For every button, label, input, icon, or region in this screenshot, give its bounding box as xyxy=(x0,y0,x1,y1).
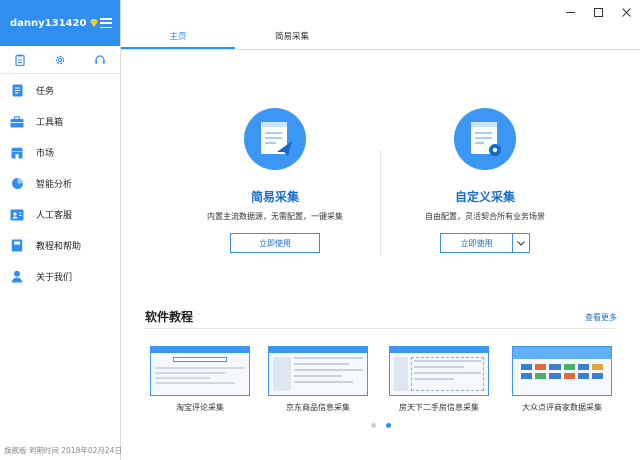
chevron-down-icon xyxy=(517,240,525,246)
diamond-icon xyxy=(90,19,99,27)
tab-home[interactable]: 主页 xyxy=(121,26,235,49)
license-expiry-text: 旗舰版 到期时间 2018年02月24日 xyxy=(4,446,122,455)
tutorial-card[interactable]: 房天下二手房信息采集 xyxy=(389,346,489,413)
tutorial-card[interactable]: 大众点评商家数据采集 xyxy=(512,346,612,413)
simple-collect-use-button[interactable]: 立即使用 xyxy=(230,233,320,253)
sidebar-item-label: 智能分析 xyxy=(36,180,73,190)
sidebar-item-about[interactable]: 关于我们 xyxy=(0,261,120,292)
tutorial-thumbnail[interactable] xyxy=(512,346,612,396)
sidebar-toolbar xyxy=(0,46,120,74)
sidebar-item-label: 市场 xyxy=(36,149,55,159)
sidebar-item-toolbox[interactable]: 工具箱 xyxy=(0,106,120,137)
close-icon[interactable] xyxy=(612,4,640,20)
tutorial-thumbnail[interactable] xyxy=(150,346,250,396)
sidebar-item-label: 关于我们 xyxy=(36,273,73,283)
carousel-dot[interactable] xyxy=(371,423,376,428)
custom-collect-title: 自定义采集 xyxy=(454,190,515,204)
tutorial-thumbnail[interactable] xyxy=(389,346,489,396)
tab-bar: 主页 简易采集 xyxy=(121,26,640,50)
market-icon xyxy=(10,146,24,160)
simple-collect-title: 简易采集 xyxy=(250,190,299,204)
sidebar-item-label: 工具箱 xyxy=(36,118,64,128)
pie-chart-icon xyxy=(10,177,24,191)
tab-simple-collect[interactable]: 简易采集 xyxy=(235,26,349,49)
simple-collect-card: 简易采集 内置主流数据源，无需配置，一键采集 立即使用 xyxy=(175,108,375,253)
sidebar-item-help[interactable]: 教程和帮助 xyxy=(0,230,120,261)
simple-collect-desc: 内置主流数据源，无需配置，一键采集 xyxy=(207,212,343,221)
custom-collect-dropdown-button[interactable] xyxy=(513,233,530,253)
custom-collect-use-button[interactable]: 立即使用 xyxy=(440,233,513,253)
hamburger-menu-icon[interactable] xyxy=(100,18,112,28)
carousel-pagination xyxy=(371,423,391,428)
tutorials-divider xyxy=(145,328,615,329)
sidebar-item-analysis[interactable]: 智能分析 xyxy=(0,168,120,199)
custom-collect-icon[interactable] xyxy=(454,108,516,170)
sidebar-item-label: 任务 xyxy=(36,87,55,97)
support-icon xyxy=(10,208,24,222)
clipboard-icon[interactable] xyxy=(13,53,27,67)
person-icon xyxy=(10,270,24,284)
tutorial-caption[interactable]: 京东商品信息采集 xyxy=(268,402,368,413)
task-icon xyxy=(10,84,24,98)
tutorial-thumbnail[interactable] xyxy=(268,346,368,396)
book-icon xyxy=(10,239,24,253)
tutorials-heading: 软件教程 xyxy=(145,310,194,324)
tutorial-caption[interactable]: 大众点评商家数据采集 xyxy=(512,402,612,413)
tutorial-card[interactable]: 淘宝评论采集 xyxy=(150,346,250,413)
view-more-link[interactable]: 查看更多 xyxy=(585,312,617,323)
sidebar-header: danny131420 xyxy=(0,0,120,46)
sidebar-item-support[interactable]: 人工客服 xyxy=(0,199,120,230)
maximize-icon[interactable] xyxy=(584,4,612,20)
sidebar-item-label: 教程和帮助 xyxy=(36,242,82,252)
minimize-icon[interactable] xyxy=(556,4,584,20)
tutorial-card[interactable]: 京东商品信息采集 xyxy=(268,346,368,413)
sidebar-item-label: 人工客服 xyxy=(36,211,73,221)
sidebar-item-market[interactable]: 市场 xyxy=(0,137,120,168)
simple-collect-icon[interactable] xyxy=(244,108,306,170)
sidebar: danny131420 任务 工具箱 市场 智能分析 人工客服 教程和帮助 关于… xyxy=(0,0,122,460)
headset-icon[interactable] xyxy=(93,53,107,67)
toolbox-icon xyxy=(10,115,24,129)
window-controls xyxy=(556,4,640,20)
carousel-dot-active[interactable] xyxy=(386,423,391,428)
custom-collect-card: 自定义采集 自由配置，灵活契合所有业务场景 立即使用 xyxy=(385,108,585,253)
custom-collect-desc: 自由配置，灵活契合所有业务场景 xyxy=(425,212,545,221)
card-divider xyxy=(380,150,381,255)
username[interactable]: danny131420 xyxy=(10,18,86,29)
tutorial-caption[interactable]: 房天下二手房信息采集 xyxy=(389,402,489,413)
sidebar-item-tasks[interactable]: 任务 xyxy=(0,75,120,106)
settings-icon[interactable] xyxy=(53,53,67,67)
tutorial-caption[interactable]: 淘宝评论采集 xyxy=(150,402,250,413)
